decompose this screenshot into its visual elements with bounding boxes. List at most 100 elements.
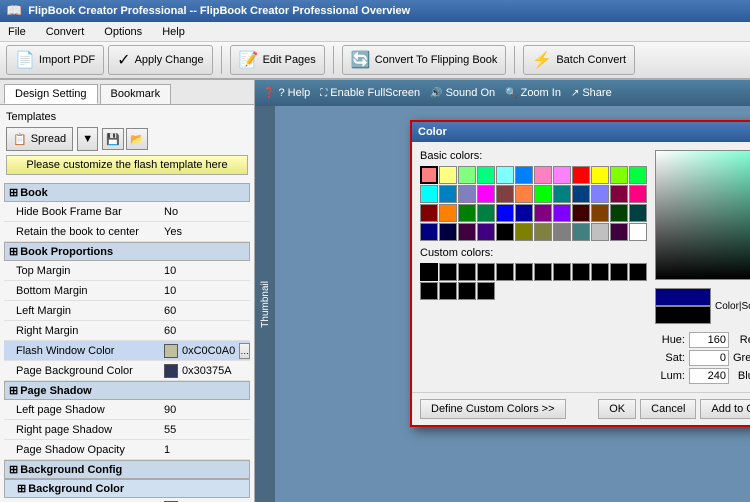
basic-color-cell[interactable] (629, 185, 647, 203)
apply-change-label: Apply Change (135, 54, 204, 66)
sat-input[interactable] (689, 350, 729, 366)
basic-color-cell[interactable] (572, 166, 590, 184)
basic-color-cell[interactable] (610, 204, 628, 222)
custom-color-cell[interactable] (420, 263, 438, 281)
basic-color-cell[interactable] (496, 204, 514, 222)
basic-color-cell[interactable] (515, 185, 533, 203)
ok-button[interactable]: OK (598, 399, 636, 419)
menu-help[interactable]: Help (158, 24, 189, 40)
import-pdf-button[interactable]: 📄 Import PDF (6, 45, 104, 75)
help-button[interactable]: ❓ ? Help (263, 87, 310, 99)
zoom-button[interactable]: 🔍 Zoom In (505, 87, 561, 99)
basic-color-cell[interactable] (420, 223, 438, 241)
basic-color-cell[interactable] (553, 223, 571, 241)
basic-color-cell[interactable] (496, 166, 514, 184)
sound-button[interactable]: 🔊 Sound On (430, 87, 495, 99)
basic-color-cell[interactable] (458, 166, 476, 184)
basic-color-cell[interactable] (458, 223, 476, 241)
basic-color-cell[interactable] (591, 223, 609, 241)
basic-color-cell[interactable] (515, 204, 533, 222)
basic-color-cell[interactable] (553, 166, 571, 184)
basic-color-cell[interactable] (534, 223, 552, 241)
custom-color-cell[interactable] (477, 282, 495, 300)
custom-color-cell[interactable] (553, 263, 571, 281)
custom-color-cell[interactable] (629, 263, 647, 281)
customize-button[interactable]: Please customize the flash template here (6, 155, 248, 175)
custom-color-cell[interactable] (439, 282, 457, 300)
basic-color-cell[interactable] (515, 166, 533, 184)
menu-options[interactable]: Options (100, 24, 146, 40)
share-button[interactable]: ↗ Share (571, 87, 612, 99)
basic-color-cell[interactable] (420, 185, 438, 203)
basic-color-cell[interactable] (439, 166, 457, 184)
custom-color-cell[interactable] (458, 263, 476, 281)
batch-convert-button[interactable]: ⚡ Batch Convert (523, 45, 635, 75)
basic-color-cell[interactable] (477, 223, 495, 241)
basic-color-cell[interactable] (629, 223, 647, 241)
convert-button[interactable]: 🔄 Convert To Flipping Book (342, 45, 507, 75)
tab-design-setting[interactable]: Design Setting (4, 84, 98, 104)
lum-input[interactable] (689, 368, 729, 384)
custom-color-cell[interactable] (439, 263, 457, 281)
fullscreen-button[interactable]: ⛶ Enable FullScreen (320, 87, 420, 99)
custom-color-cell[interactable] (572, 263, 590, 281)
basic-color-cell[interactable] (610, 185, 628, 203)
basic-color-cell[interactable] (572, 204, 590, 222)
basic-color-cell[interactable] (534, 166, 552, 184)
flash-window-edit-button[interactable]: … (239, 343, 250, 359)
basic-color-cell[interactable] (496, 223, 514, 241)
color-spectrum[interactable] (655, 150, 750, 280)
cancel-button[interactable]: Cancel (640, 399, 696, 419)
template-open-icon[interactable]: 📂 (126, 128, 148, 150)
basic-color-cell[interactable] (420, 204, 438, 222)
left-panel: Design Setting Bookmark Templates 📋 Spre… (0, 80, 255, 502)
menu-file[interactable]: File (4, 24, 30, 40)
menu-convert[interactable]: Convert (42, 24, 89, 40)
basic-color-cell[interactable] (534, 204, 552, 222)
basic-color-cell[interactable] (496, 185, 514, 203)
basic-color-cell[interactable] (610, 166, 628, 184)
basic-color-cell[interactable] (477, 185, 495, 203)
basic-color-cell[interactable] (458, 204, 476, 222)
define-custom-colors-button[interactable]: Define Custom Colors >> (420, 399, 566, 419)
basic-color-cell[interactable] (439, 185, 457, 203)
custom-color-cell[interactable] (591, 263, 609, 281)
basic-color-cell[interactable] (572, 223, 590, 241)
basic-color-cell[interactable] (553, 204, 571, 222)
basic-color-cell[interactable] (553, 185, 571, 203)
template-dropdown-button[interactable]: ▼ (77, 127, 98, 151)
edit-pages-button[interactable]: 📝 Edit Pages (230, 45, 325, 75)
basic-color-cell[interactable] (439, 204, 457, 222)
basic-color-cell[interactable] (458, 185, 476, 203)
template-save-icon[interactable]: 💾 (102, 128, 124, 150)
basic-color-cell[interactable] (477, 166, 495, 184)
setting-value-retain-center: Yes (160, 226, 250, 238)
basic-color-cell[interactable] (591, 185, 609, 203)
basic-color-cell[interactable] (629, 166, 647, 184)
basic-color-cell[interactable] (591, 166, 609, 184)
template-select-button[interactable]: 📋 Spread (6, 127, 73, 151)
custom-color-cell[interactable] (534, 263, 552, 281)
basic-color-cell[interactable] (420, 166, 438, 184)
custom-color-cell[interactable] (477, 263, 495, 281)
hue-input[interactable] (689, 332, 729, 348)
dialog-footer: Define Custom Colors >> OK Cancel Add to… (412, 392, 750, 425)
custom-color-cell[interactable] (496, 263, 514, 281)
basic-color-cell[interactable] (610, 223, 628, 241)
add-custom-color-button[interactable]: Add to Custom Colors (700, 399, 750, 419)
basic-color-cell[interactable] (572, 185, 590, 203)
custom-color-cell[interactable] (610, 263, 628, 281)
basic-color-cell[interactable] (591, 204, 609, 222)
custom-color-cell[interactable] (458, 282, 476, 300)
basic-color-cell[interactable] (629, 204, 647, 222)
basic-color-cell[interactable] (477, 204, 495, 222)
red-label: Red: (733, 334, 750, 346)
tab-bookmark[interactable]: Bookmark (100, 84, 172, 104)
basic-color-cell[interactable] (439, 223, 457, 241)
basic-color-cell[interactable] (534, 185, 552, 203)
custom-color-cell[interactable] (420, 282, 438, 300)
basic-color-cell[interactable] (515, 223, 533, 241)
custom-color-cell[interactable] (515, 263, 533, 281)
settings-row-right-margin: Right Margin 60 (4, 321, 250, 341)
apply-change-button[interactable]: ✓ Apply Change (108, 45, 213, 75)
